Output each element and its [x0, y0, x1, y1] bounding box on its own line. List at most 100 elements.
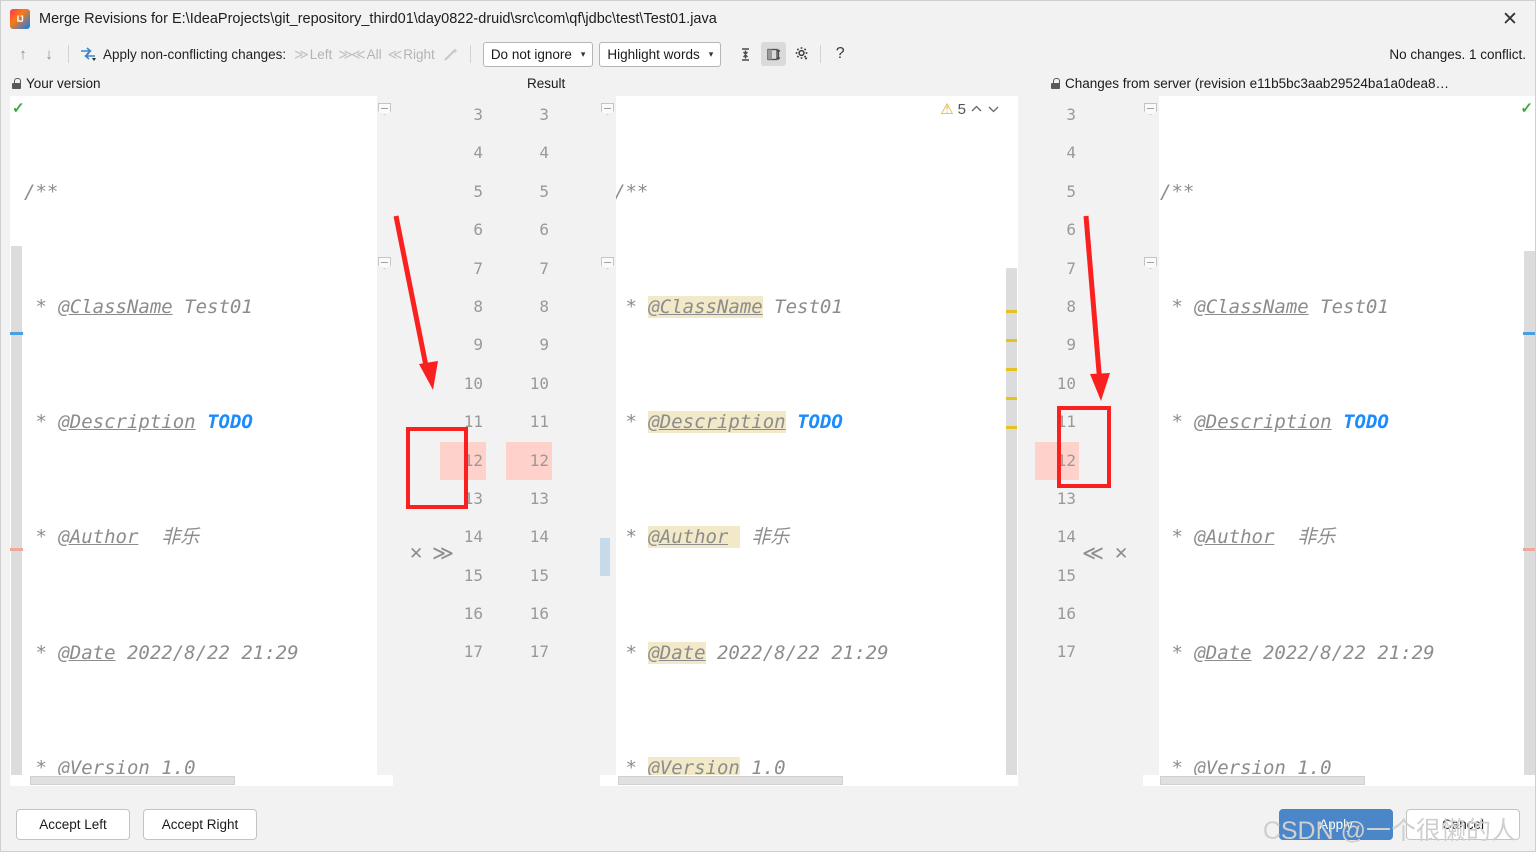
collapse-unchanged-fragments-icon[interactable] — [733, 42, 758, 66]
left-editor-pane[interactable]: /** * @ClassName Test01 * @Description T… — [10, 96, 393, 786]
previous-problem-icon[interactable] — [970, 102, 983, 117]
caption-left-label: Your version — [26, 75, 101, 91]
line-number: 10 — [1056, 373, 1076, 393]
toolbar-separator-1 — [68, 45, 69, 63]
ignore-right-conflict-icon[interactable]: ✕ — [1114, 544, 1128, 564]
right-fold-strip[interactable] — [1143, 96, 1159, 786]
line-number: 17 — [529, 642, 549, 662]
title-bar: Merge Revisions for E:\IdeaProjects\git_… — [0, 0, 1536, 38]
fold-marker-icon[interactable] — [378, 103, 391, 115]
center-scroll-thumb[interactable] — [1006, 268, 1017, 786]
line-number: 5 — [539, 181, 549, 201]
accept-left-into-result-icon[interactable]: ≫ — [432, 541, 454, 565]
code-line: /** — [1160, 180, 1195, 203]
caption-center: Result — [527, 76, 565, 91]
right-editor-pane[interactable]: /** * @ClassName Test01 * @Description T… — [1143, 96, 1536, 786]
annotation-arrow-left — [393, 215, 438, 390]
line-number: 8 — [1066, 296, 1076, 316]
right-hscrollbar[interactable] — [1143, 775, 1536, 786]
line-number: 3 — [1066, 105, 1076, 124]
warning-marker — [1006, 426, 1017, 429]
previous-difference-icon[interactable]: ↑ — [10, 42, 36, 66]
fold-marker-icon[interactable] — [1144, 257, 1157, 269]
caption-right: Changes from server (revision e11b5bc3aa… — [1051, 76, 1449, 91]
code-line: * @Date 2022/8/22 21:29 — [1160, 641, 1435, 664]
center-hscrollbar[interactable] — [600, 775, 1018, 786]
apply-non-conflicting-label: Apply non-conflicting changes: — [103, 46, 287, 62]
right-hscroll-thumb[interactable] — [1160, 776, 1365, 785]
center-hscroll-thumb[interactable] — [618, 776, 843, 785]
result-editor-pane[interactable]: /** * @ClassName Test01 * @Description T… — [600, 96, 1018, 786]
double-chevron-left-icon: ≪ — [387, 45, 403, 62]
dialog-button-bar: Accept Left Accept Right Apply Cancel CS… — [0, 797, 1536, 852]
left-hscroll-thumb[interactable] — [30, 776, 235, 785]
gear-icon[interactable] — [789, 42, 814, 66]
sync-scroll-icon[interactable] — [761, 42, 787, 66]
ignore-left-conflict-icon[interactable]: ✕ — [409, 544, 423, 564]
apply-button[interactable]: Apply — [1279, 809, 1393, 840]
inspection-widget[interactable]: ⚠ 5 — [940, 100, 1000, 118]
code-line: * @Author 非乐 — [614, 526, 790, 549]
line-number: 3 — [539, 105, 549, 124]
next-problem-icon[interactable] — [987, 102, 1000, 117]
highlight-policy-select[interactable]: Highlight words ▾ — [599, 41, 722, 67]
code-line: * @Description TODO — [1160, 411, 1389, 434]
warning-marker — [1006, 368, 1017, 371]
line-number: 3 — [473, 105, 483, 124]
chevron-down-icon: ▾ — [580, 48, 586, 59]
magic-wand-glyph — [444, 48, 458, 61]
code-line: * @Description TODO — [614, 411, 843, 434]
ignore-policy-select[interactable]: Do not ignore ▾ — [482, 41, 594, 67]
line-number: 17 — [1056, 642, 1076, 662]
fold-marker-icon[interactable] — [601, 257, 614, 269]
code-line: * @Description TODO — [24, 411, 253, 434]
apply-all-non-conflicting-icon[interactable] — [75, 42, 101, 66]
accept-left-button[interactable]: Accept Left — [16, 809, 130, 840]
left-code-content[interactable]: /** * @ClassName Test01 * @Description T… — [10, 96, 393, 786]
help-icon[interactable]: ? — [827, 42, 853, 66]
right-marker-changed — [1523, 332, 1536, 335]
right-code-content[interactable]: /** * @ClassName Test01 * @Description T… — [1143, 96, 1536, 786]
dialog-actions: Apply Cancel — [1279, 809, 1520, 840]
line-number: 5 — [473, 181, 483, 201]
right-scroll-thumb[interactable] — [1524, 251, 1535, 776]
caption-left: Your version — [12, 76, 101, 91]
center-fold-strip[interactable] — [600, 96, 616, 786]
left-fold-strip[interactable] — [377, 96, 393, 786]
fold-marker-icon[interactable] — [601, 103, 614, 115]
sync-scroll-glyph — [767, 48, 781, 60]
conflict-left-indicator — [600, 538, 610, 576]
highlight-policy-value: Highlight words — [607, 46, 700, 62]
left-scroll-thumb[interactable] — [11, 246, 22, 776]
line-number: 9 — [473, 335, 483, 355]
apply-all-label: All — [366, 46, 382, 62]
annotation-box-left — [406, 427, 468, 509]
apply-left-button[interactable]: ≫ Left — [294, 46, 332, 63]
center-code-content[interactable]: /** * @ClassName Test01 * @Description T… — [600, 96, 1018, 786]
line-number: 7 — [1066, 258, 1076, 278]
annotation-box-right — [1057, 406, 1111, 488]
apply-left-label: Left — [309, 46, 333, 62]
left-marker-column[interactable] — [10, 96, 23, 786]
double-chevron-both-icon: ≫≪ — [338, 45, 365, 62]
next-difference-icon[interactable]: ↓ — [36, 42, 62, 66]
fold-marker-icon[interactable] — [378, 257, 391, 269]
left-hscrollbar[interactable] — [10, 775, 393, 786]
line-number: 14 — [1056, 527, 1076, 547]
accept-right-button[interactable]: Accept Right — [143, 809, 257, 840]
window-title: Merge Revisions for E:\IdeaProjects\git_… — [39, 11, 717, 27]
warning-marker — [1006, 339, 1017, 342]
apply-right-button[interactable]: ≪ Right — [388, 46, 435, 63]
line-number: 6 — [1066, 220, 1076, 240]
line-number: 9 — [1066, 335, 1076, 355]
magic-wand-icon[interactable] — [438, 42, 464, 66]
accept-right-into-result-icon[interactable]: ≪ — [1082, 541, 1104, 565]
left-marker-conflict — [10, 548, 23, 551]
apply-all-button[interactable]: ≫≪ All — [338, 46, 381, 63]
line-number: 8 — [539, 296, 549, 316]
right-marker-column[interactable] — [1523, 96, 1536, 786]
fold-marker-icon[interactable] — [1144, 103, 1157, 115]
center-marker-column[interactable] — [1005, 96, 1018, 786]
close-icon[interactable]: ✕ — [1492, 6, 1528, 32]
cancel-button[interactable]: Cancel — [1406, 809, 1520, 840]
